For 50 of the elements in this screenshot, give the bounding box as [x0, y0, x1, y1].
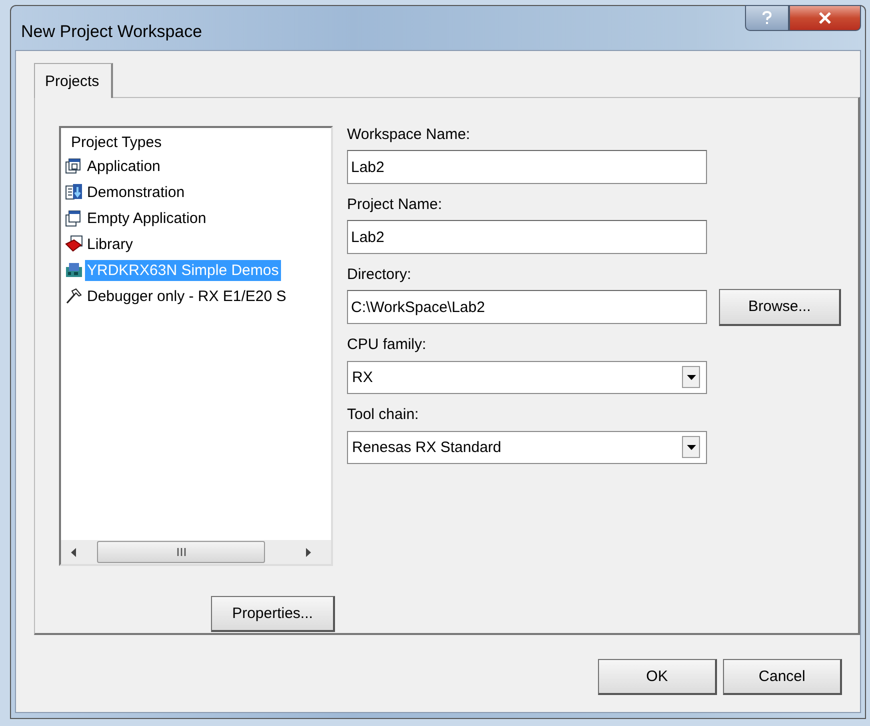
list-item[interactable]: Debugger only - RX E1/E20 S [61, 283, 331, 309]
close-button[interactable] [789, 5, 861, 31]
field-label: Project Name: [347, 196, 444, 214]
help-icon [762, 11, 772, 25]
windows-stack-icon [65, 209, 83, 227]
application-icon [65, 157, 83, 175]
field-label: Tool chain: [347, 406, 420, 424]
dropdown-value: Renesas RX Standard [352, 438, 502, 456]
properties-button[interactable]: Properties... [211, 596, 335, 632]
field-label: Directory: [347, 266, 412, 284]
item-label: Application [86, 156, 162, 176]
dropdown[interactable]: RX [347, 360, 707, 394]
list-item[interactable]: Application [61, 153, 331, 179]
dropdown-button[interactable] [682, 436, 700, 458]
scroll-left-icon[interactable] [71, 548, 77, 556]
dropdown-arrow-icon [686, 374, 696, 380]
list-item[interactable]: Demonstration [61, 179, 331, 205]
field-label: CPU family: [347, 336, 428, 354]
tab[interactable]: Projects [34, 63, 114, 98]
dropdown[interactable]: Renesas RX Standard [347, 430, 707, 464]
close-icon [818, 12, 832, 24]
dropdown-arrow-icon [686, 444, 696, 450]
input-field[interactable]: Lab2 [347, 220, 707, 254]
item-label: Demonstration [86, 182, 186, 202]
dropdown-button[interactable] [682, 366, 700, 388]
item-label: YRDKRX63N Simple Demos [85, 260, 281, 280]
item-label: Empty Application [86, 208, 208, 228]
book-icon [65, 235, 83, 253]
cancel-button[interactable]: Cancel [723, 659, 842, 695]
dropdown-value: RX [352, 368, 373, 386]
horizontal-scrollbar[interactable] [61, 540, 331, 564]
project-types-list[interactable]: Project Types Application Demonstration Empty Application Library YRDKRX63N Simple Demos Debugger only - RX E1/E20 S [59, 126, 333, 566]
list-item[interactable]: Library [61, 231, 331, 257]
document-download-icon [65, 183, 83, 201]
input-field[interactable]: C:\WorkSpace\Lab2 [347, 290, 707, 324]
grip-icon [176, 548, 186, 556]
hammer-icon [65, 287, 83, 305]
field-label: Workspace Name: [347, 126, 472, 144]
browse-button[interactable]: Browse... [719, 288, 841, 326]
list-header: Project Types [70, 133, 163, 153]
input-field[interactable]: Lab2 [347, 150, 707, 184]
list-item[interactable]: Empty Application [61, 205, 331, 231]
circuit-board-icon [65, 261, 83, 279]
scroll-right-icon[interactable] [305, 548, 311, 556]
ok-button[interactable]: OK [598, 659, 717, 695]
item-label: Debugger only - RX E1/E20 S [86, 286, 288, 306]
scroll-thumb[interactable] [97, 541, 265, 563]
help-button[interactable] [745, 5, 789, 31]
window-title: New Project Workspace [21, 22, 202, 42]
item-label: Library [86, 234, 134, 254]
